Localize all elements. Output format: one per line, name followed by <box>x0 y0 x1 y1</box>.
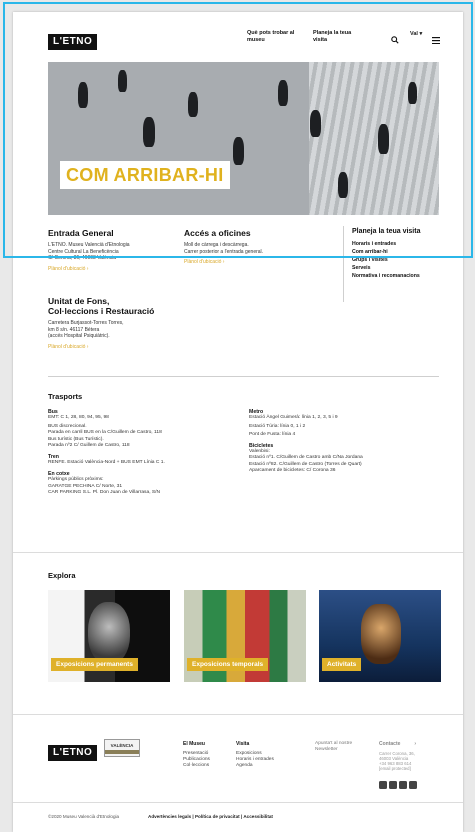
fons-section: Unitat de Fons, Col·leccions i Restaurac… <box>48 296 198 350</box>
side-item-horaris[interactable]: Horaris i entrades <box>352 240 442 248</box>
hero-figure <box>408 82 417 104</box>
divider <box>13 552 463 553</box>
transport-text: Aparcament de bicicletes: C/ Corona 36 <box>249 468 336 473</box>
entrada-map-link[interactable]: Plànol d'ubicació › <box>48 266 168 272</box>
explora-title: Explora <box>48 571 76 580</box>
entrada-line: C/ Corona, 36, 46003 València <box>48 255 117 261</box>
contact-heading-label: Contacte <box>379 741 401 747</box>
copyright: ©2020 Museu Valencià d'Etnologia <box>48 814 120 819</box>
side-item-serveis[interactable]: Serveis <box>352 264 442 272</box>
logo[interactable]: L'ETNO <box>48 31 98 50</box>
oficines-map-link[interactable]: Plànol d'ubicació › <box>184 259 314 265</box>
fons-line: (accés Hospital Psiquiàtric). <box>48 333 110 339</box>
legal-links[interactable]: Advertències legals | Política de privac… <box>148 814 273 819</box>
entrada-title: Entrada General <box>48 228 114 238</box>
fons-map-link[interactable]: Plànol d'ubicació › <box>48 344 198 350</box>
hero-figure <box>338 172 348 198</box>
card-label: Exposicions temporals <box>187 658 269 671</box>
oficines-section: Accés a oficines Moll de càrrega i descà… <box>184 228 314 265</box>
hero-figure <box>378 124 389 154</box>
side-item-com-arribar[interactable]: Com arribar-hi <box>352 248 442 256</box>
transport-text: CAR PARKING S.L. Pl. Don Juan de Villarr… <box>48 490 161 495</box>
nav-link-visita[interactable]: Planeja la teua visita <box>313 30 358 43</box>
transports-left: Bus EMT: C 1, 28, 80, 94, 95, 98 BUS dis… <box>48 409 238 497</box>
card-image-face <box>88 602 130 664</box>
youtube-icon[interactable] <box>409 781 417 789</box>
footer-heading: Visita <box>236 741 250 747</box>
transport-text: Pont de Fusta: línia 4 <box>249 432 296 437</box>
chevron-right-icon: › <box>414 741 417 747</box>
language-select[interactable]: Val ▾ <box>410 31 422 37</box>
language-label: Val <box>410 31 418 37</box>
fons-title-2: Col·leccions i Restauració <box>48 306 155 316</box>
social-icons <box>379 776 439 794</box>
twitter-icon[interactable] <box>389 781 397 789</box>
transport-text: Parada nº2 C/ Guillem de Castro, 118 <box>48 443 130 448</box>
card-image-face <box>361 604 401 664</box>
partner-logo: VALÈNCIA <box>104 739 140 757</box>
hero-figure <box>310 110 321 137</box>
hero-figure <box>143 117 155 147</box>
transport-text: EMT: C 1, 28, 80, 94, 95, 98 <box>48 415 109 420</box>
footer-col-museu: El Museu Presentació Publicacions Col·le… <box>183 741 228 769</box>
transport-text: RENFE. Estació València-Nord + BUS EMT L… <box>48 459 165 465</box>
hero-title: COM ARRIBAR-HI <box>60 161 230 189</box>
facebook-icon[interactable] <box>379 781 387 789</box>
page: L'ETNO Què pots trobar al museu Planeja … <box>13 12 463 832</box>
divider <box>13 714 463 715</box>
hamburger-icon[interactable] <box>432 31 440 49</box>
transport-text: Estació Túria: línia 0, 1 i 2 <box>249 423 306 429</box>
oficines-line: Carrer posterior a l'entrada general. <box>184 248 264 255</box>
side-title: Planeja la teua visita <box>352 228 421 235</box>
entrada-section: Entrada General L'ETNO. Museu Valencià d… <box>48 228 168 272</box>
newsletter-link[interactable]: Apunta't al nostre Newsletter <box>315 741 365 753</box>
transport-text: Estació Àngel Guimerà: línia 1, 2, 3, 5 … <box>249 415 338 420</box>
nav-link-museu[interactable]: Què pots trobar al museu <box>247 30 302 43</box>
instagram-icon[interactable] <box>399 781 407 789</box>
footer-link[interactable]: Col·leccions <box>183 763 228 769</box>
footer-heading: El Museu <box>183 741 205 747</box>
logo-text: L'ETNO <box>48 34 98 50</box>
footer-logo[interactable]: L'ETNO <box>48 742 98 761</box>
hero-figure <box>78 82 88 108</box>
oficines-title: Accés a oficines <box>184 228 251 238</box>
footer-logo-text: L'ETNO <box>48 745 98 761</box>
fons-title-1: Unitat de Fons, <box>48 296 110 306</box>
side-nav: Planeja la teua visita Horaris i entrade… <box>352 228 442 280</box>
partner-logo-text: VALÈNCIA <box>110 743 134 748</box>
footer-col-visita: Visita Exposicions Horaris i entrades Ag… <box>236 741 286 769</box>
card-label: Exposicions permanents <box>51 658 138 671</box>
footer-link[interactable]: Agenda <box>236 763 286 769</box>
hero-image: COM ARRIBAR-HI <box>48 62 439 215</box>
footer-contact: Contacte › Carrer Corona, 36, 46003 Valèn… <box>379 741 439 794</box>
side-item-normativa[interactable]: Normativa i recomanacions <box>352 272 442 280</box>
divider <box>13 802 463 803</box>
contact-email[interactable]: [email protected] <box>379 766 439 771</box>
hero-stairs <box>309 62 439 215</box>
hero-figure <box>118 70 127 92</box>
divider <box>48 376 439 377</box>
contact-heading[interactable]: Contacte › <box>379 741 439 747</box>
hero-figure <box>233 137 244 165</box>
transports-right: Metro Estació Àngel Guimerà: línia 1, 2,… <box>249 409 439 475</box>
side-item-grups[interactable]: Grups i visites <box>352 256 442 264</box>
hero-figure <box>278 80 288 106</box>
card-label: Activitats <box>322 658 362 671</box>
search-icon[interactable] <box>391 31 399 49</box>
transports-title: Trasports <box>48 392 83 401</box>
explora-card-activitats[interactable]: Activitats <box>319 590 441 682</box>
hero-figure <box>188 92 198 117</box>
side-divider <box>343 226 344 302</box>
chevron-down-icon: ▾ <box>417 31 423 37</box>
explora-card-temporals[interactable]: Exposicions temporals <box>184 590 306 682</box>
explora-card-permanents[interactable]: Exposicions permanents <box>48 590 170 682</box>
partner-logo-bar <box>105 750 139 754</box>
